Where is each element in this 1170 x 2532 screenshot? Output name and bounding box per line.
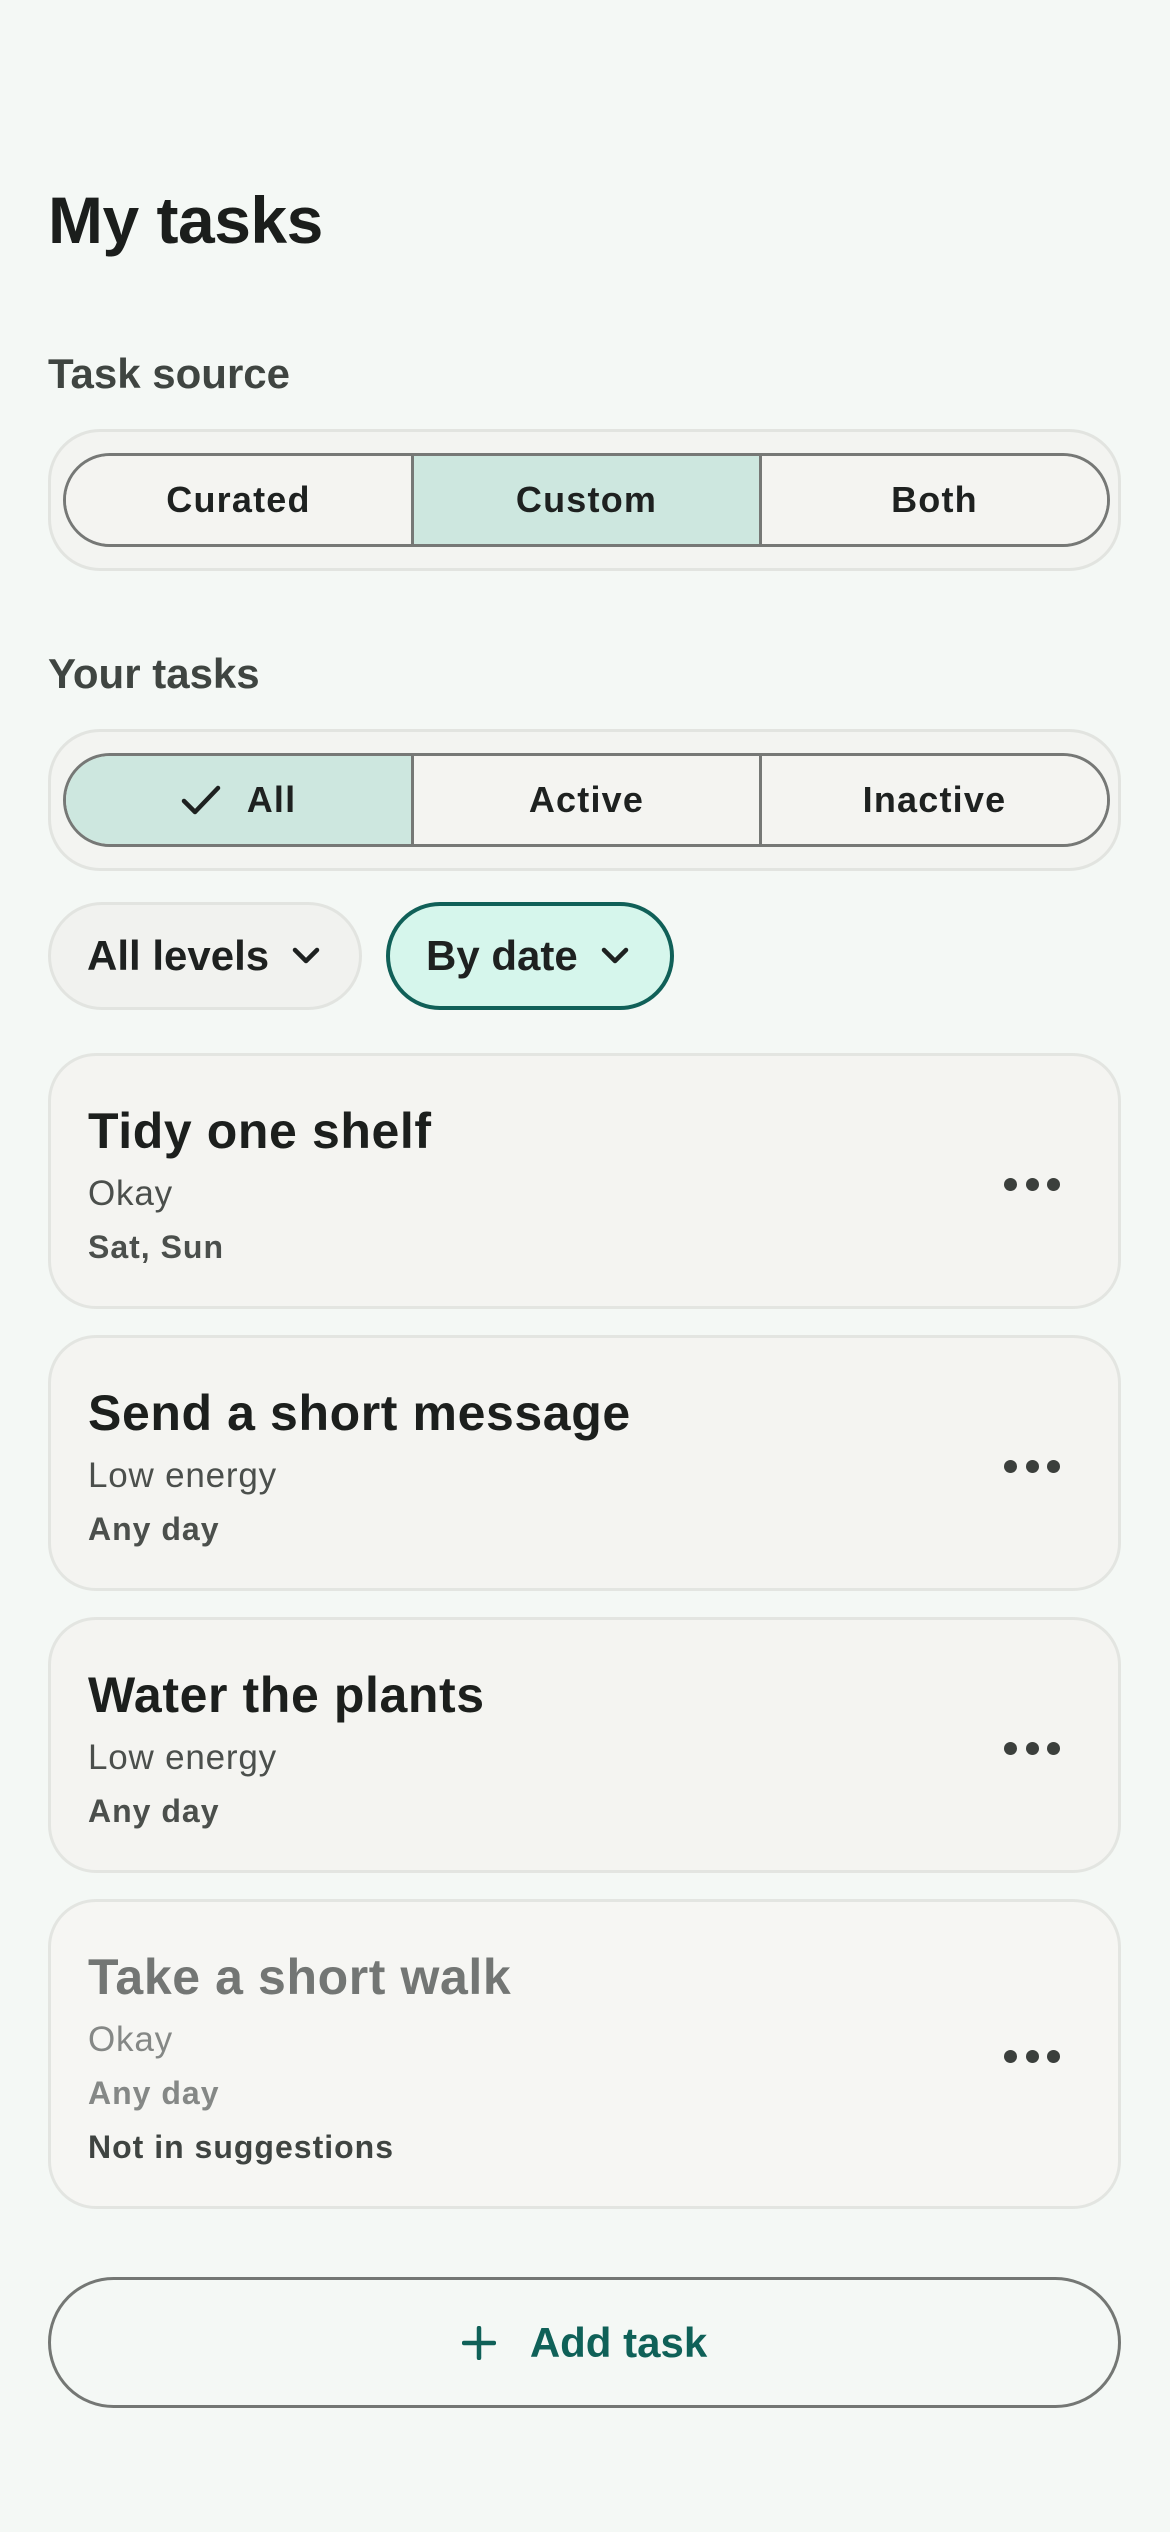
plus-icon	[461, 2325, 496, 2360]
levels-filter-chip[interactable]: All levels	[48, 902, 362, 1010]
your-tasks-all-label: All	[246, 779, 297, 820]
task-source-curated[interactable]: Curated	[66, 456, 414, 544]
task-title: Take a short walk	[88, 1949, 512, 2005]
task-days: Any day	[88, 2075, 220, 2111]
your-tasks-all[interactable]: All	[66, 756, 414, 844]
page-title: My tasks	[48, 183, 323, 257]
task-source-label: Task source	[48, 350, 291, 397]
sort-filter-label: By date	[426, 932, 578, 979]
your-tasks-segmented-control: All Active Inactive	[48, 729, 1121, 871]
task-card[interactable]: Tidy one shelf Okay Sat, Sun	[48, 1053, 1121, 1309]
more-options-icon[interactable]	[1004, 1740, 1060, 1756]
chevron-down-icon	[601, 947, 628, 964]
more-options-icon[interactable]	[1004, 1458, 1060, 1474]
your-tasks-label: Your tasks	[48, 650, 260, 697]
add-task-label: Add task	[529, 2318, 708, 2366]
task-title: Send a short message	[88, 1385, 631, 1441]
more-options-icon[interactable]	[1004, 2048, 1060, 2064]
your-tasks-inactive[interactable]: Inactive	[762, 756, 1107, 844]
task-days: Sat, Sun	[88, 1229, 225, 1265]
task-source-segmented-control: Curated Custom Both	[48, 429, 1121, 571]
more-options-icon[interactable]	[1004, 1176, 1060, 1192]
task-days: Any day	[88, 1511, 220, 1547]
task-card[interactable]: Send a short message Low energy Any day	[48, 1335, 1121, 1591]
task-energy: Okay	[88, 2020, 173, 2059]
task-card-inactive[interactable]: Take a short walk Okay Any day Not in su…	[48, 1899, 1121, 2209]
task-card[interactable]: Water the plants Low energy Any day	[48, 1617, 1121, 1873]
task-title: Tidy one shelf	[88, 1103, 432, 1159]
task-title: Water the plants	[88, 1667, 485, 1723]
levels-filter-label: All levels	[87, 932, 270, 979]
task-energy: Low energy	[88, 1456, 277, 1495]
task-days: Any day	[88, 1793, 220, 1829]
task-source-custom[interactable]: Custom	[414, 456, 762, 544]
add-task-button[interactable]: Add task	[48, 2277, 1121, 2408]
task-energy: Low energy	[88, 1738, 277, 1777]
task-energy: Okay	[88, 1174, 173, 1213]
chevron-down-icon	[292, 947, 320, 964]
check-icon	[181, 785, 220, 815]
sort-filter-chip[interactable]: By date	[386, 902, 674, 1010]
your-tasks-active[interactable]: Active	[414, 756, 762, 844]
task-source-both[interactable]: Both	[762, 456, 1107, 544]
task-status-note: Not in suggestions	[88, 2129, 394, 2165]
